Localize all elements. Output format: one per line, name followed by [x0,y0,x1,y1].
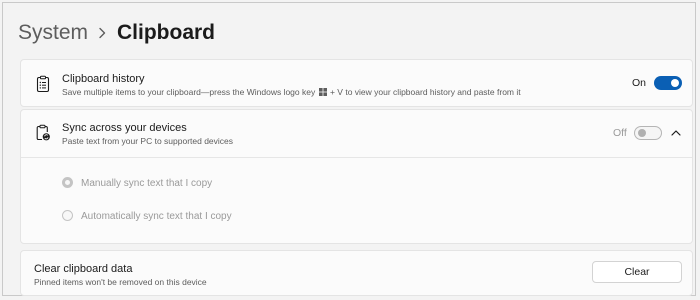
sync-devices-description: Paste text from your PC to supported dev… [62,136,234,146]
sync-devices-card: Sync across your devices Paste text from… [20,109,693,244]
radio-automatic-sync[interactable] [62,210,73,221]
radio-manual-sync[interactable] [62,177,73,188]
windows-logo-icon [318,88,327,98]
clipboard-history-card: Clipboard history Save multiple items to… [20,59,693,107]
clipboard-history-state: On [632,77,647,89]
clipboard-history-description: Save multiple items to your clipboard—pr… [62,87,521,98]
clipboard-sync-icon [34,124,52,142]
toggle-knob [638,129,646,137]
toggle-knob [671,79,679,87]
clipboard-history-title: Clipboard history [62,73,145,85]
sync-devices-state: Off [613,127,627,139]
sync-devices-title: Sync across your devices [62,122,187,134]
radio-manual-sync-label: Manually sync text that I copy [81,178,213,189]
clear-clipboard-card: Clear clipboard data Pinned items won't … [20,250,693,296]
breadcrumb-parent[interactable]: System [18,18,88,48]
sync-devices-toggle[interactable] [634,126,662,140]
page-title: Clipboard [117,21,216,44]
description-part-1: Save multiple items to your clipboard—pr… [62,87,316,97]
radio-automatic-sync-label: Automatically sync text that I copy [81,211,232,222]
chevron-right-icon [98,27,107,39]
clipboard-list-icon [34,75,52,93]
chevron-up-icon[interactable] [669,126,683,140]
clipboard-history-toggle[interactable] [654,76,682,90]
breadcrumb: System Clipboard [18,18,215,48]
divider [21,157,692,158]
clear-clipboard-description: Pinned items won't be removed on this de… [34,277,207,287]
clear-clipboard-title: Clear clipboard data [34,263,133,275]
clear-button[interactable]: Clear [592,261,682,283]
description-part-2: + V to view your clipboard history and p… [329,87,521,97]
